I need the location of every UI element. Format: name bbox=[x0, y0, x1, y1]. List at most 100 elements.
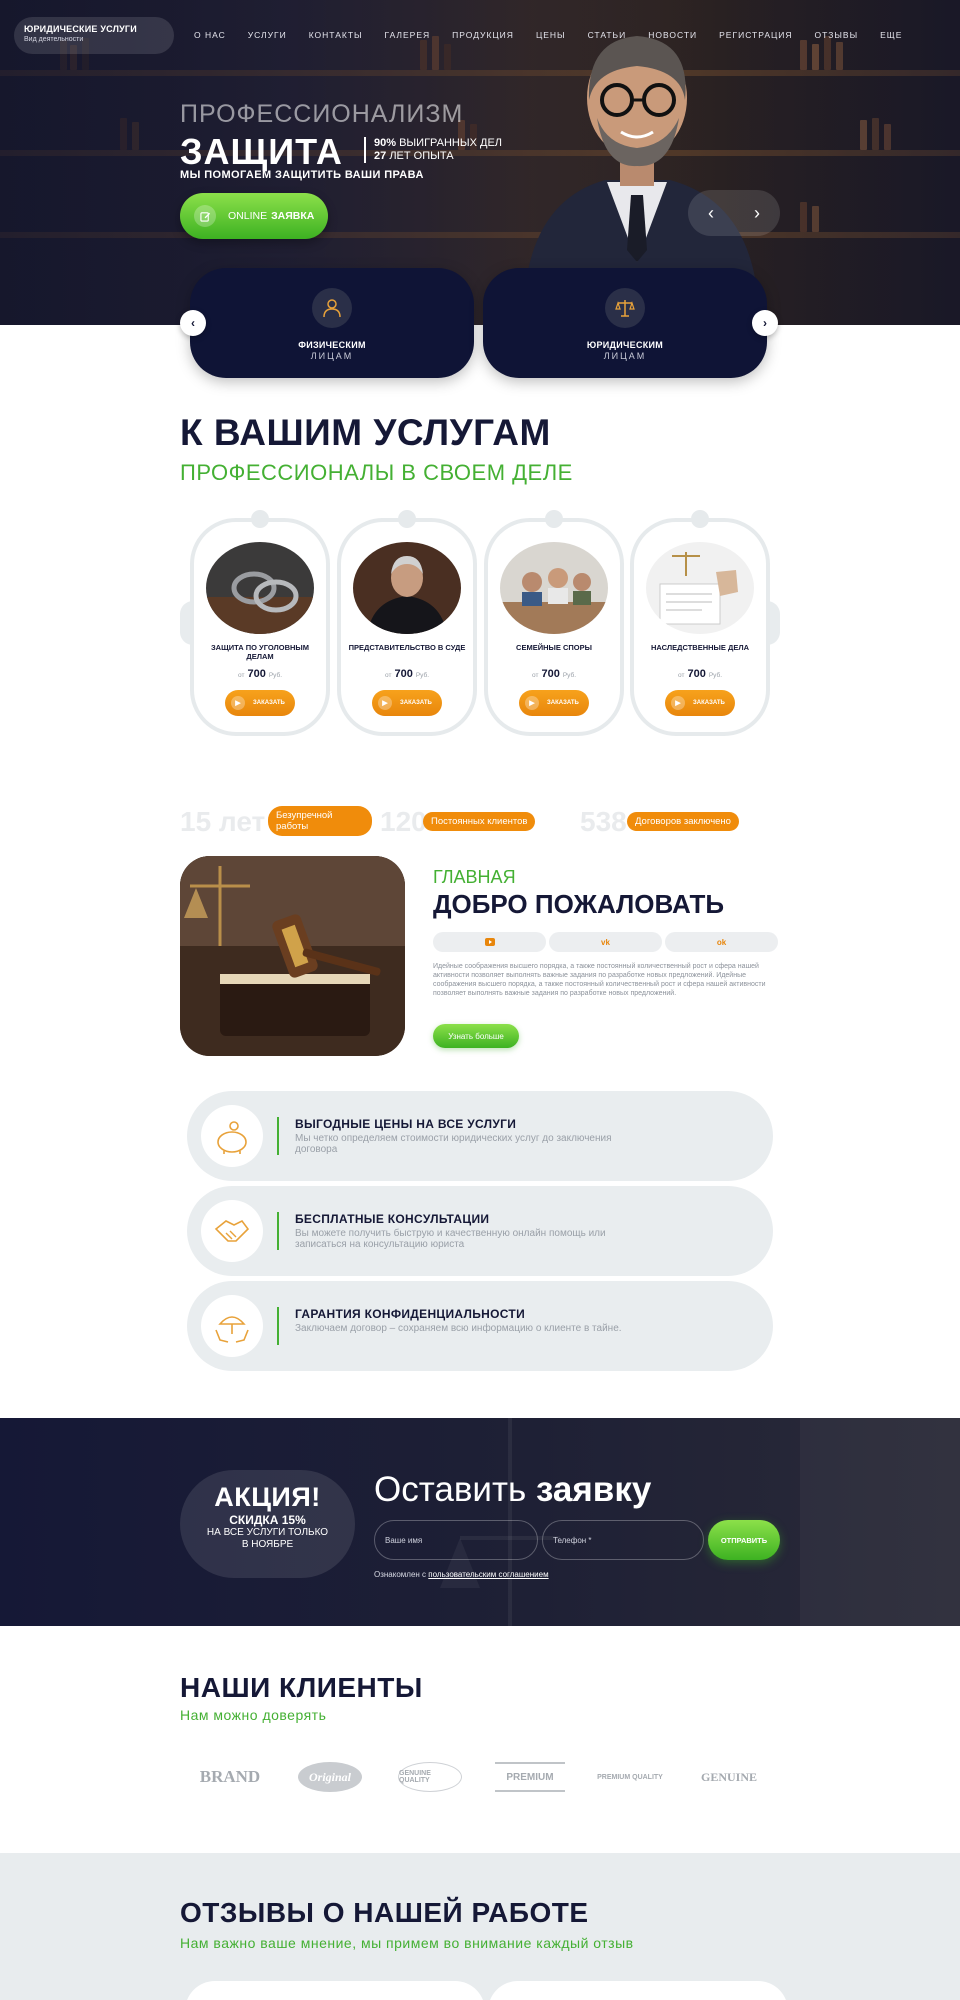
reviews-subtitle: Нам важно ваше мнение, мы примем во вним… bbox=[180, 1935, 634, 1951]
main-nav: О НАС УСЛУГИ КОНТАКТЫ ГАЛЕРЕЯ ПРОДУКЦИЯ … bbox=[194, 30, 902, 40]
legal-entities-line2: ЛИЦАМ bbox=[603, 351, 647, 361]
service-price: от 700 Руб. bbox=[532, 668, 576, 680]
feature-title: ГАРАНТИЯ КОНФИДЕНЦИАЛЬНОСТИ bbox=[295, 1307, 525, 1321]
brand-title: ЮРИДИЧЕСКИЕ УСЛУГИ bbox=[24, 24, 137, 34]
feature-title: БЕСПЛАТНЫЕ КОНСУЛЬТАЦИИ bbox=[295, 1212, 490, 1226]
nav-item-gallery[interactable]: ГАЛЕРЕЯ bbox=[385, 30, 431, 40]
play-icon: ▶ bbox=[378, 696, 392, 710]
hero-tagline: МЫ ПОМОГАЕМ ЗАЩИТИТЬ ВАШИ ПРАВА bbox=[180, 169, 424, 181]
promo-section: АКЦИЯ! СКИДКА 15% НА ВСЕ УСЛУГИ ТОЛЬКО В… bbox=[0, 1418, 960, 1626]
client-logo-premium[interactable]: PREMIUM bbox=[495, 1762, 565, 1792]
service-name: ЗАЩИТА ПО УГОЛОВНЫМ ДЕЛАМ bbox=[210, 643, 310, 661]
umbrella-hands-icon bbox=[201, 1295, 263, 1357]
welcome-kicker: ГЛАВНАЯ bbox=[433, 867, 516, 887]
brand-badge[interactable]: ЮРИДИЧЕСКИЕ УСЛУГИ Вид деятельности bbox=[14, 17, 174, 54]
welcome-text: Идейные соображения высшего порядка, а т… bbox=[433, 963, 766, 997]
nav-item-products[interactable]: ПРОДУКЦИЯ bbox=[452, 30, 514, 40]
promo-badge-line2: В НОЯБРЕ bbox=[241, 1539, 294, 1550]
service-price: от 700 Руб. bbox=[238, 668, 282, 680]
feature-desc: Заключаем договор – сохраняем всю информ… bbox=[295, 1323, 622, 1334]
service-name: СЕМЕЙНЫЕ СПОРЫ bbox=[516, 643, 592, 652]
individuals-card[interactable]: ФИЗИЧЕСКИМ ЛИЦАМ bbox=[190, 268, 474, 378]
play-icon: ▶ bbox=[671, 696, 685, 710]
service-price: от 700 Руб. bbox=[385, 668, 429, 680]
user-agreement-link[interactable]: пользовательским соглашением bbox=[428, 1570, 548, 1579]
client-logo-original[interactable]: Original bbox=[298, 1762, 362, 1792]
online-request-light: ONLINE bbox=[228, 210, 268, 222]
phone-input[interactable] bbox=[542, 1520, 704, 1560]
welcome-title: ДОБРО ПОЖАЛОВАТЬ bbox=[433, 889, 725, 919]
nav-item-articles[interactable]: СТАТЬИ bbox=[588, 30, 627, 40]
nav-item-services[interactable]: УСЛУГИ bbox=[248, 30, 287, 40]
reviews-title: ОТЗЫВЫ О НАШЕЙ РАБОТЕ bbox=[180, 1897, 589, 1928]
nav-item-more[interactable]: ЕЩЕ bbox=[880, 30, 902, 40]
legal-entities-line1: ЮРИДИЧЕСКИМ bbox=[586, 340, 664, 350]
hero-prev-arrow-icon[interactable]: ‹ bbox=[688, 190, 734, 236]
signing-documents-image bbox=[646, 542, 754, 634]
submit-button[interactable]: ОТПРАВИТЬ bbox=[708, 1520, 780, 1560]
order-button[interactable]: ▶ ЗАКАЗАТЬ bbox=[372, 690, 442, 716]
agreement-note: Ознакомлен с пользовательским соглашение… bbox=[374, 1570, 549, 1579]
services-subtitle: ПРОФЕССИОНАЛЫ В СВОЕМ ДЕЛЕ bbox=[180, 460, 573, 485]
legal-entities-card[interactable]: ЮРИДИЧЕСКИМ ЛИЦАМ bbox=[483, 268, 767, 378]
promo-badge: АКЦИЯ! СКИДКА 15% НА ВСЕ УСЛУГИ ТОЛЬКО В… bbox=[180, 1470, 355, 1578]
nav-item-registration[interactable]: РЕГИСТРАЦИЯ bbox=[719, 30, 792, 40]
learn-more-button[interactable]: Узнать больше bbox=[433, 1024, 519, 1048]
client-logo-genuine-quality[interactable]: GENUINE QUALITY bbox=[398, 1762, 462, 1792]
audience-prev-arrow-icon[interactable]: ‹ bbox=[180, 310, 206, 336]
nav-item-prices[interactable]: ЦЕНЫ bbox=[536, 30, 566, 40]
stat-clients-label: Постоянных клиентов bbox=[423, 812, 536, 831]
service-card-inheritance[interactable]: НАСЛЕДСТВЕННЫЕ ДЕЛА от 700 Руб. ▶ ЗАКАЗАТЬ bbox=[630, 510, 770, 736]
feature-desc: Мы четко определяем стоимости юридически… bbox=[295, 1133, 612, 1155]
nav-item-reviews[interactable]: ОТЗЫВЫ bbox=[815, 30, 859, 40]
feature-desc: Вы можете получить быструю и качественну… bbox=[295, 1228, 606, 1250]
nav-item-contacts[interactable]: КОНТАКТЫ bbox=[309, 30, 363, 40]
handshake-icon bbox=[201, 1200, 263, 1262]
hero-stat1-label: ВЫИГРАННЫХ ДЕЛ bbox=[399, 137, 502, 149]
service-price: от 700 Руб. bbox=[678, 668, 722, 680]
promo-badge-discount: СКИДКА 15% bbox=[229, 1513, 306, 1527]
youtube-icon[interactable] bbox=[433, 932, 546, 952]
audience-next-arrow-icon[interactable]: › bbox=[752, 310, 778, 336]
clients-title: НАШИ КЛИЕНТЫ bbox=[180, 1672, 423, 1703]
service-card-court[interactable]: ПРЕДСТАВИТЕЛЬСТВО В СУДЕ от 700 Руб. ▶ ЗАКА… bbox=[337, 510, 477, 736]
online-request-button[interactable]: ONLINE ЗАЯВКА bbox=[180, 193, 328, 239]
hero-stat1-number: 90% bbox=[374, 137, 397, 149]
client-logo-premium-quality[interactable]: PREMIUM QUALITY bbox=[594, 1762, 666, 1792]
stat-contracts-label: Договоров заключено bbox=[627, 812, 739, 831]
feature-title: ВЫГОДНЫЕ ЦЕНЫ НА ВСЕ УСЛУГИ bbox=[295, 1117, 517, 1131]
review-card bbox=[488, 1981, 788, 2000]
online-request-bold: ЗАЯВКА bbox=[271, 210, 315, 222]
order-button[interactable]: ▶ ЗАКАЗАТЬ bbox=[225, 690, 295, 716]
hero-slider-arrows: ‹ › bbox=[688, 190, 780, 236]
feature-confidentiality: ГАРАНТИЯ КОНФИДЕНЦИАЛЬНОСТИ Заключаем до… bbox=[187, 1281, 773, 1371]
service-card-criminal[interactable]: ЗАЩИТА ПО УГОЛОВНЫМ ДЕЛАМ от 700 Руб. ▶ ЗАК… bbox=[190, 510, 330, 736]
request-form-title: Оставить заявку bbox=[374, 1470, 652, 1509]
nav-item-about[interactable]: О НАС bbox=[194, 30, 226, 40]
hero-stats: 90% ВЫИГРАННЫХ ДЕЛ 27 ЛЕТ ОПЫТА bbox=[364, 137, 502, 163]
lawyer-portrait-image bbox=[525, 36, 757, 290]
order-button[interactable]: ▶ ЗАКАЗАТЬ bbox=[519, 690, 589, 716]
feature-consultations: БЕСПЛАТНЫЕ КОНСУЛЬТАЦИИ Вы можете получи… bbox=[187, 1186, 773, 1276]
feature-prices: ВЫГОДНЫЕ ЦЕНЫ НА ВСЕ УСЛУГИ Мы четко опр… bbox=[187, 1091, 773, 1181]
client-logo-brand[interactable]: BRAND bbox=[190, 1762, 270, 1792]
page: ЮРИДИЧЕСКИЕ УСЛУГИ Вид деятельности О НА… bbox=[0, 0, 960, 2000]
services-title: К ВАШИМ УСЛУГАМ bbox=[180, 412, 551, 453]
nav-item-news[interactable]: НОВОСТИ bbox=[648, 30, 697, 40]
gavel-on-book-image bbox=[180, 856, 405, 1056]
judge-image bbox=[353, 542, 461, 634]
odnoklassniki-icon[interactable]: ok bbox=[665, 932, 778, 952]
name-input[interactable] bbox=[374, 1520, 538, 1560]
review-card bbox=[185, 1981, 485, 2000]
client-logo-genuine[interactable]: GENUINE bbox=[694, 1762, 764, 1792]
order-button[interactable]: ▶ ЗАКАЗАТЬ bbox=[665, 690, 735, 716]
hero-section: ЮРИДИЧЕСКИЕ УСЛУГИ Вид деятельности О НА… bbox=[0, 0, 960, 325]
hero-next-arrow-icon[interactable]: › bbox=[734, 190, 780, 236]
handcuffs-image bbox=[206, 542, 314, 634]
vk-icon[interactable]: vk bbox=[549, 932, 662, 952]
clients-subtitle: Нам можно доверять bbox=[180, 1707, 327, 1723]
stat-contracts-number: 538 bbox=[580, 806, 627, 837]
service-card-family[interactable]: СЕМЕЙНЫЕ СПОРЫ от 700 Руб. ▶ ЗАКАЗАТЬ bbox=[484, 510, 624, 736]
reviews-section: ОТЗЫВЫ О НАШЕЙ РАБОТЕ Нам важно ваше мне… bbox=[0, 1853, 960, 2000]
person-icon bbox=[312, 288, 352, 328]
